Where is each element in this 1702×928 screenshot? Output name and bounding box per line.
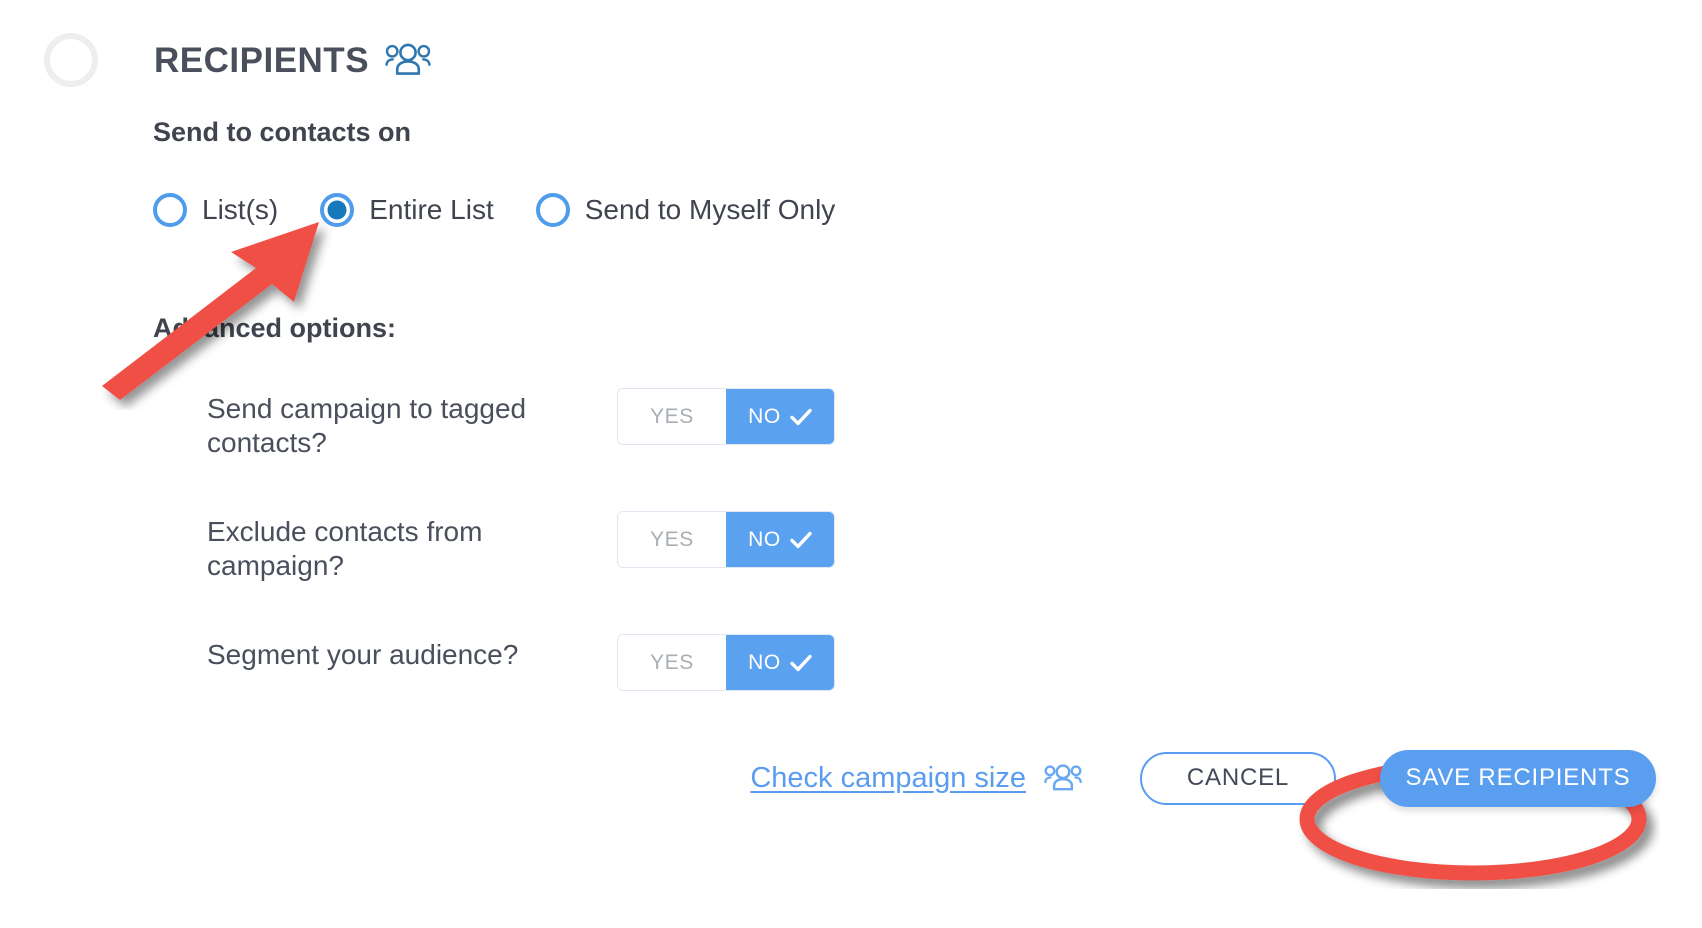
section-header: RECIPIENTS bbox=[0, 28, 431, 92]
toggle-no-segment-audience[interactable]: NO bbox=[726, 635, 834, 691]
people-group-icon bbox=[385, 43, 431, 77]
option-label-tagged-contacts: Send campaign to tagged contacts? bbox=[207, 393, 527, 458]
people-group-icon bbox=[1044, 764, 1082, 792]
toggle-exclude-contacts[interactable]: YES NO bbox=[617, 511, 835, 569]
radio-label-lists: List(s) bbox=[202, 194, 279, 225]
save-recipients-button[interactable]: SAVE RECIPIENTS bbox=[1380, 749, 1656, 807]
option-label-exclude-contacts: Exclude contacts from campaign? bbox=[207, 516, 483, 581]
option-row-tagged-contacts: Send campaign to tagged contacts? YES NO bbox=[207, 388, 907, 459]
radio-option-send-to-myself-only[interactable]: Send to Myself Only bbox=[535, 193, 836, 227]
page-title: RECIPIENTS bbox=[154, 40, 370, 80]
check-campaign-size-group[interactable]: Check campaign size bbox=[750, 762, 1082, 795]
radio-icon-send-to-myself-only bbox=[535, 193, 570, 227]
annotation-red-arrow bbox=[80, 210, 350, 410]
toggle-yes-segment-audience[interactable]: YES bbox=[618, 635, 726, 691]
toggle-yes-exclude-contacts[interactable]: YES bbox=[618, 512, 726, 568]
toggle-no-tagged-contacts[interactable]: NO bbox=[726, 389, 834, 444]
option-row-exclude-contacts: Exclude contacts from campaign? YES NO bbox=[207, 511, 907, 582]
check-icon bbox=[790, 531, 812, 549]
radio-label-entire-list: Entire List bbox=[369, 194, 494, 225]
check-campaign-size-link[interactable]: Check campaign size bbox=[750, 762, 1026, 795]
toggle-no-label-segment-audience: NO bbox=[748, 650, 781, 674]
radio-option-entire-list[interactable]: Entire List bbox=[320, 193, 494, 227]
toggle-tagged-contacts[interactable]: YES NO bbox=[617, 388, 835, 445]
recipient-scope-radio-group: List(s) Entire List Send to Myself Only bbox=[153, 193, 835, 227]
radio-icon-lists bbox=[153, 193, 187, 227]
check-icon bbox=[790, 408, 812, 426]
toggle-no-exclude-contacts[interactable]: NO bbox=[726, 512, 834, 568]
recipients-panel: RECIPIENTS Send to contacts on List(s) E… bbox=[0, 0, 1702, 928]
toggle-no-label-exclude-contacts: NO bbox=[748, 527, 781, 551]
option-row-segment-audience: Segment your audience? YES NO bbox=[207, 634, 907, 692]
radio-label-send-to-myself-only: Send to Myself Only bbox=[584, 194, 836, 225]
toggle-segment-audience[interactable]: YES NO bbox=[617, 634, 835, 692]
cancel-button[interactable]: CANCEL bbox=[1140, 751, 1336, 805]
radio-option-lists[interactable]: List(s) bbox=[153, 193, 278, 227]
advanced-options-list: Send campaign to tagged contacts? YES NO… bbox=[207, 388, 907, 692]
option-label-segment-audience: Segment your audience? bbox=[207, 639, 519, 671]
radio-icon-entire-list-selected bbox=[320, 193, 355, 227]
check-icon bbox=[790, 654, 812, 672]
step-indicator-circle[interactable] bbox=[44, 33, 98, 87]
toggle-no-label-tagged-contacts: NO bbox=[748, 404, 781, 428]
footer-actions: Check campaign size CANCEL SAVE RECIPIEN… bbox=[0, 723, 1702, 833]
toggle-yes-tagged-contacts[interactable]: YES bbox=[618, 389, 726, 444]
send-to-contacts-label: Send to contacts on bbox=[153, 117, 412, 147]
advanced-options-label: Advanced options: bbox=[153, 313, 397, 343]
